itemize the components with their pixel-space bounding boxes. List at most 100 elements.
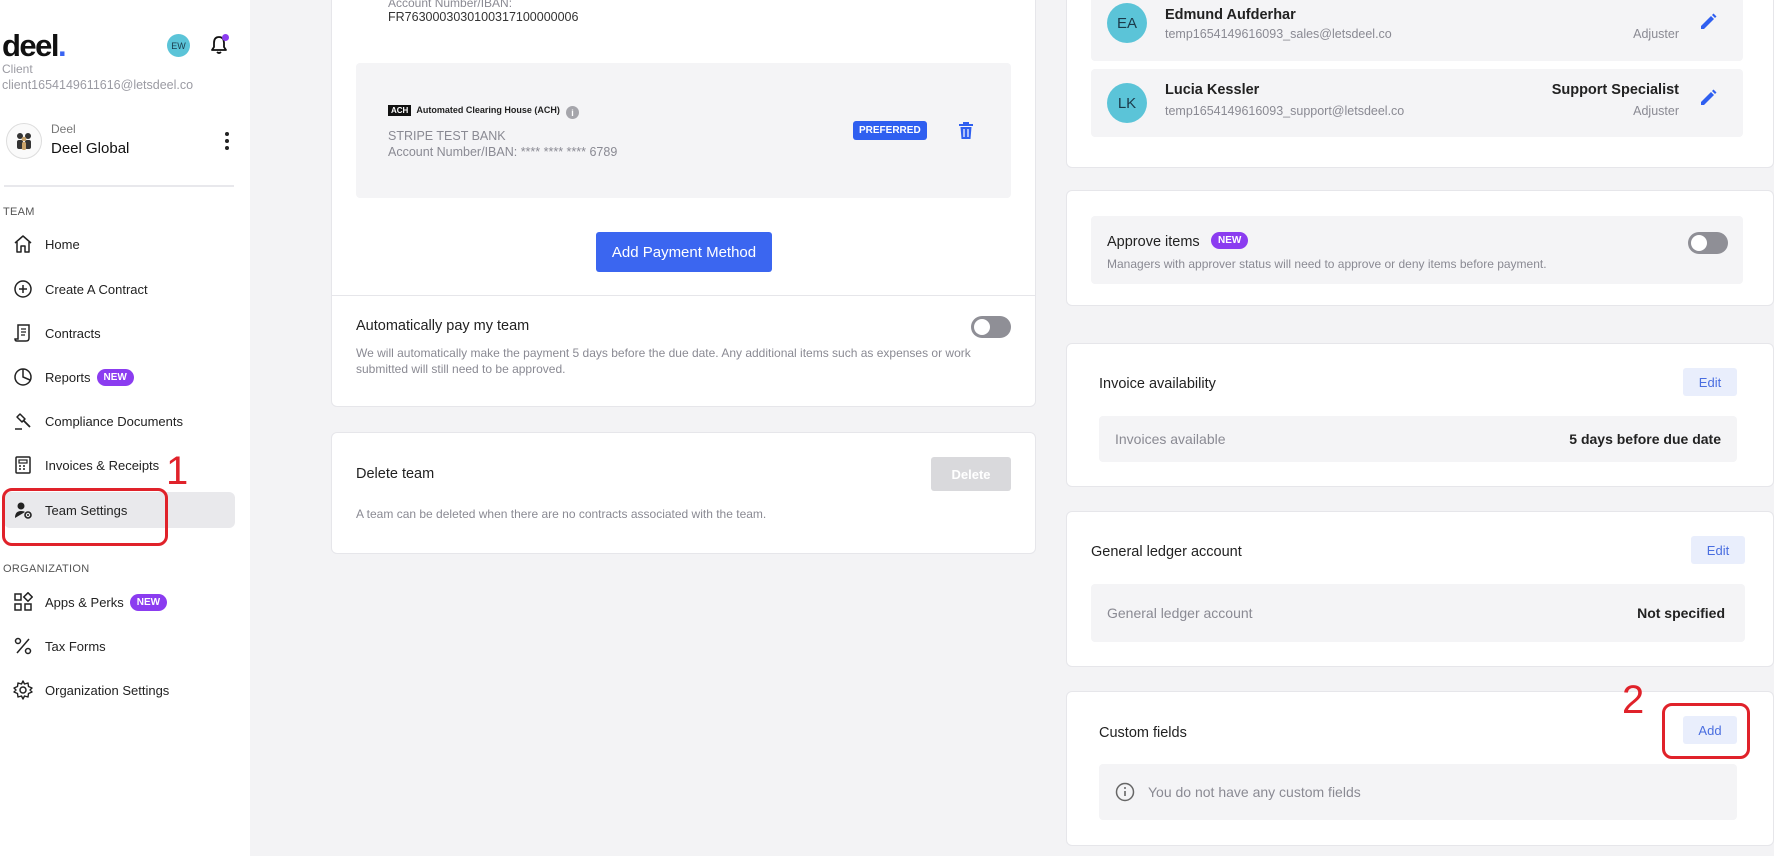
sidebar-item-reports[interactable]: Reports NEW — [4, 359, 235, 395]
sidebar-item-label: Contracts — [45, 325, 101, 341]
ach-title-row: ACH Automated Clearing House (ACH) — [388, 105, 560, 116]
card-divider — [332, 295, 1035, 296]
org-switcher[interactable]: Deel Deel Global — [2, 120, 234, 164]
member-name: Lucia Kessler — [1165, 82, 1260, 98]
ledger-edit-button[interactable]: Edit — [1691, 536, 1745, 564]
member-row: EA Edmund Aufderhar temp1654149616093_sa… — [1091, 0, 1743, 61]
add-payment-method-button[interactable]: Add Payment Method — [596, 232, 772, 272]
team-section-label: TEAM — [3, 206, 35, 218]
new-badge: NEW — [129, 593, 168, 611]
sidebar-item-label: Tax Forms — [45, 638, 106, 654]
general-ledger-row: General ledger account Not specified — [1091, 584, 1745, 642]
general-ledger-label: General ledger account — [1107, 605, 1253, 621]
sidebar-item-label: Organization Settings — [45, 682, 170, 698]
edit-pencil-icon[interactable] — [1699, 89, 1717, 112]
kebab-menu-icon[interactable] — [224, 132, 230, 150]
member-role: Adjuster — [1633, 27, 1679, 41]
apps-grid-icon — [12, 591, 34, 613]
org-name: Deel Global — [51, 140, 130, 157]
general-ledger-card: General ledger account Edit General ledg… — [1066, 511, 1774, 667]
sidebar-item-home[interactable]: Home — [4, 226, 235, 262]
deel-logo[interactable]: deel. — [2, 28, 67, 64]
gavel-icon — [12, 410, 34, 432]
org-avatar-icon — [6, 123, 42, 159]
invoices-available-value: 5 days before due date — [1569, 431, 1721, 447]
ach-tag: ACH — [388, 105, 412, 116]
user-avatar[interactable]: EW — [167, 34, 190, 57]
approve-items-title: Approve items — [1107, 234, 1200, 250]
top-account-number: FR7630003030100317100000006 — [388, 10, 579, 24]
general-ledger-value: Not specified — [1637, 605, 1725, 621]
member-title: Support Specialist — [1551, 82, 1679, 98]
gear-icon — [12, 679, 34, 701]
autopay-desc-line-2: submitted will still need to be approved… — [356, 362, 566, 376]
info-circle-icon — [1115, 782, 1135, 802]
top-account-label: Account Number/IBAN: — [388, 0, 513, 10]
approve-items-toggle[interactable] — [1688, 232, 1728, 254]
sidebar-item-invoices-receipts[interactable]: Invoices & Receipts — [4, 447, 235, 483]
org-label: Deel — [51, 122, 76, 136]
client-role: Client — [2, 62, 33, 76]
general-ledger-title: General ledger account — [1091, 544, 1242, 560]
approve-items-desc: Managers with approver status will need … — [1107, 257, 1547, 271]
autopay-toggle[interactable] — [971, 316, 1011, 338]
sidebar-item-label: Apps & Perks — [45, 594, 124, 610]
custom-fields-empty-row: You do not have any custom fields — [1099, 764, 1737, 820]
approve-items-row: Approve items NEW Managers with approver… — [1091, 216, 1743, 284]
annotation-number-2: 2 — [1622, 678, 1645, 722]
client-email: client1654149611616@letsdeel.co — [2, 78, 194, 92]
approve-items-card: Approve items NEW Managers with approver… — [1066, 190, 1774, 306]
sidebar-item-label: Compliance Documents — [45, 413, 184, 429]
member-avatar: LK — [1107, 83, 1147, 123]
edit-pencil-icon[interactable] — [1699, 13, 1717, 36]
sidebar-item-tax-forms[interactable]: Tax Forms — [4, 628, 235, 664]
sidebar-item-create-contract[interactable]: Create A Contract — [4, 271, 235, 307]
ach-account-line: Account Number/IBAN: **** **** **** 6789 — [388, 145, 618, 159]
invoice-edit-button[interactable]: Edit — [1683, 368, 1737, 396]
annotation-box-1 — [2, 488, 168, 546]
member-email: temp1654149616093_sales@letsdeel.co — [1165, 27, 1392, 41]
member-role: Adjuster — [1633, 104, 1679, 118]
home-icon — [12, 233, 34, 255]
new-badge: NEW — [96, 368, 134, 386]
custom-fields-title: Custom fields — [1099, 725, 1187, 741]
invoice-availability-card: Invoice availability Edit Invoices avail… — [1066, 343, 1774, 487]
delete-team-desc: A team can be deleted when there are no … — [356, 507, 767, 521]
sidebar-item-label: Home — [45, 236, 80, 252]
sidebar-item-label: Create A Contract — [45, 281, 148, 297]
ach-payment-method: ACH Automated Clearing House (ACH) i STRI… — [356, 63, 1011, 198]
custom-fields-empty-text: You do not have any custom fields — [1148, 784, 1361, 800]
sidebar-item-organization-settings[interactable]: Organization Settings — [4, 672, 235, 708]
payment-methods-card: Account Number/IBAN: FR76300030301003171… — [331, 0, 1036, 407]
autopay-title: Automatically pay my team — [356, 318, 530, 334]
ach-title: Automated Clearing House (ACH) — [416, 105, 560, 115]
trash-icon[interactable] — [958, 122, 974, 140]
delete-team-card: Delete team Delete A team can be deleted… — [331, 432, 1036, 554]
notification-bell-icon[interactable] — [208, 34, 230, 56]
autopay-desc-line-1: We will automatically make the payment 5… — [356, 346, 971, 360]
sidebar-item-label: Invoices & Receipts — [45, 457, 160, 473]
bank-name: STRIPE TEST BANK — [388, 129, 506, 143]
info-icon[interactable]: i — [566, 106, 579, 119]
member-row: LK Lucia Kessler temp1654149616093_suppo… — [1091, 69, 1743, 137]
invoices-available-label: Invoices available — [1115, 431, 1226, 447]
pie-chart-icon — [12, 366, 34, 388]
sidebar-item-apps-perks[interactable]: Apps & Perks NEW — [4, 584, 235, 620]
organization-section-label: ORGANIZATION — [3, 563, 90, 575]
preferred-badge: PREFERRED — [853, 121, 927, 140]
percent-icon — [12, 635, 34, 657]
member-avatar: EA — [1107, 3, 1147, 43]
contract-scroll-icon — [12, 322, 34, 344]
delete-team-button[interactable]: Delete — [931, 457, 1011, 491]
sidebar: deel. EW Client client1654149611616@lets… — [0, 0, 250, 856]
notification-dot — [222, 34, 229, 41]
sidebar-item-compliance-documents[interactable]: Compliance Documents — [4, 403, 235, 439]
annotation-box-2 — [1662, 703, 1750, 759]
member-email: temp1654149616093_support@letsdeel.co — [1165, 104, 1405, 118]
member-name: Edmund Aufderhar — [1165, 7, 1296, 23]
invoice-availability-row: Invoices available 5 days before due dat… — [1099, 416, 1737, 462]
team-members-card: EA Edmund Aufderhar temp1654149616093_sa… — [1066, 0, 1774, 168]
calculator-icon — [12, 454, 34, 476]
invoice-availability-title: Invoice availability — [1099, 376, 1216, 392]
sidebar-item-contracts[interactable]: Contracts — [4, 315, 235, 351]
